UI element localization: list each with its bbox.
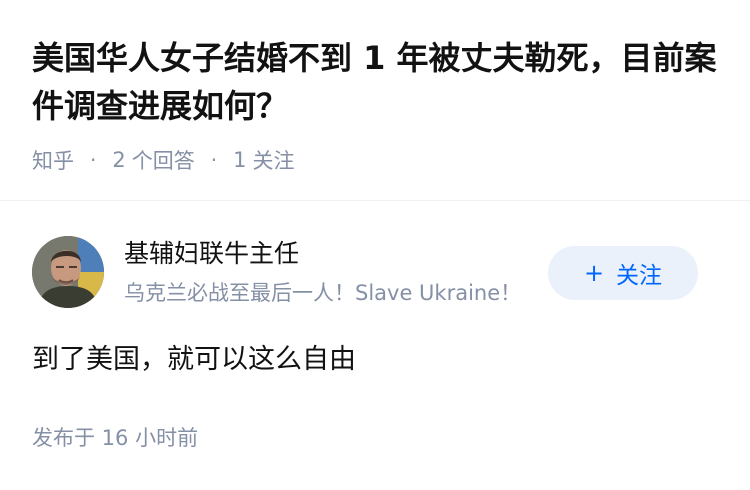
follow-button[interactable]: + 关注 bbox=[548, 246, 698, 300]
source-label[interactable]: 知乎 bbox=[32, 145, 74, 175]
author-row: 基辅妇联牛主任 乌克兰必战至最后一人！Slave Ukraine！ + 关注 bbox=[32, 235, 718, 309]
avatar[interactable] bbox=[32, 236, 104, 308]
author-name[interactable]: 基辅妇联牛主任 bbox=[124, 235, 299, 273]
author-bio: 乌克兰必战至最后一人！Slave Ukraine！ bbox=[124, 281, 522, 305]
answer-content[interactable]: 到了美国，就可以这么自由 bbox=[32, 340, 356, 380]
publish-time: 发布于 16 小时前 bbox=[32, 426, 199, 450]
meta-separator: · bbox=[90, 148, 97, 172]
question-header: 美国华人女子结婚不到 1 年被丈夫勒死，目前案件调查进展如何？ 知乎 · 2 个… bbox=[0, 0, 750, 201]
answer-count[interactable]: 2 bbox=[112, 148, 125, 172]
plus-icon: + bbox=[583, 259, 605, 287]
question-meta: 知乎 · 2 个回答 · 1 关注 bbox=[32, 143, 294, 177]
meta-separator: · bbox=[210, 148, 218, 172]
answer-count-label[interactable]: 个回答 bbox=[132, 145, 195, 175]
follower-count[interactable]: 1 bbox=[233, 148, 246, 172]
follower-count-label[interactable]: 关注 bbox=[252, 145, 294, 175]
follow-button-label: 关注 bbox=[616, 263, 663, 289]
user-avatar-photo-icon bbox=[32, 236, 104, 308]
question-title[interactable]: 美国华人女子结婚不到 1 年被丈夫勒死，目前案件调查进展如何？ bbox=[32, 34, 722, 130]
